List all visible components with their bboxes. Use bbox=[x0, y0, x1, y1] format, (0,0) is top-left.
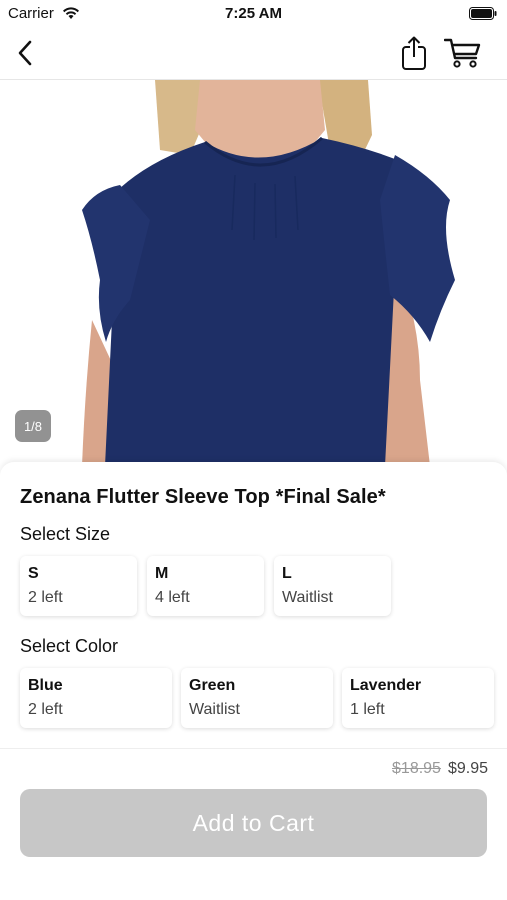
image-counter: 1/8 bbox=[15, 410, 51, 442]
cart-icon[interactable] bbox=[444, 37, 482, 69]
color-option-green[interactable]: Green Waitlist bbox=[181, 668, 333, 728]
product-title: Zenana Flutter Sleeve Top *Final Sale* bbox=[20, 486, 386, 508]
clock: 7:25 AM bbox=[225, 5, 282, 22]
size-name: S bbox=[28, 565, 39, 582]
size-name: L bbox=[282, 565, 292, 582]
product-image[interactable] bbox=[0, 80, 507, 466]
color-section-label: Select Color bbox=[20, 636, 119, 656]
size-section-label: Select Size bbox=[20, 524, 111, 544]
product-sheet: Zenana Flutter Sleeve Top *Final Sale* S… bbox=[0, 462, 507, 752]
add-to-cart-button[interactable]: Add to Cart bbox=[20, 789, 487, 857]
color-name: Blue bbox=[28, 677, 63, 694]
size-stock: 2 left bbox=[28, 589, 63, 606]
size-option-s[interactable]: S 2 left bbox=[20, 556, 137, 616]
size-name: M bbox=[155, 565, 169, 582]
purchase-bar: $18.95 $9.95 Add to Cart bbox=[0, 748, 507, 900]
battery-icon bbox=[469, 7, 497, 20]
size-option-m[interactable]: M 4 left bbox=[147, 556, 264, 616]
chevron-left-icon bbox=[18, 40, 32, 66]
sale-price: $9.95 bbox=[447, 760, 488, 777]
size-option-l[interactable]: L Waitlist bbox=[274, 556, 391, 616]
status-bar: Carrier 7:25 AM bbox=[0, 0, 507, 28]
color-stock: 2 left bbox=[28, 701, 63, 718]
color-option-blue[interactable]: Blue 2 left bbox=[20, 668, 172, 728]
original-price: $18.95 bbox=[392, 760, 441, 777]
product-photo bbox=[82, 80, 455, 466]
nav-bar bbox=[0, 28, 507, 80]
color-name: Green bbox=[189, 677, 236, 694]
size-stock: Waitlist bbox=[282, 589, 333, 606]
price-row: $18.95 $9.95 bbox=[392, 760, 488, 778]
back-button[interactable] bbox=[12, 38, 38, 68]
color-stock: Waitlist bbox=[189, 701, 240, 718]
share-icon[interactable] bbox=[399, 35, 429, 71]
color-option-lavender[interactable]: Lavender 1 left bbox=[342, 668, 494, 728]
color-stock: 1 left bbox=[350, 701, 385, 718]
size-stock: 4 left bbox=[155, 589, 190, 606]
color-name: Lavender bbox=[350, 677, 422, 694]
